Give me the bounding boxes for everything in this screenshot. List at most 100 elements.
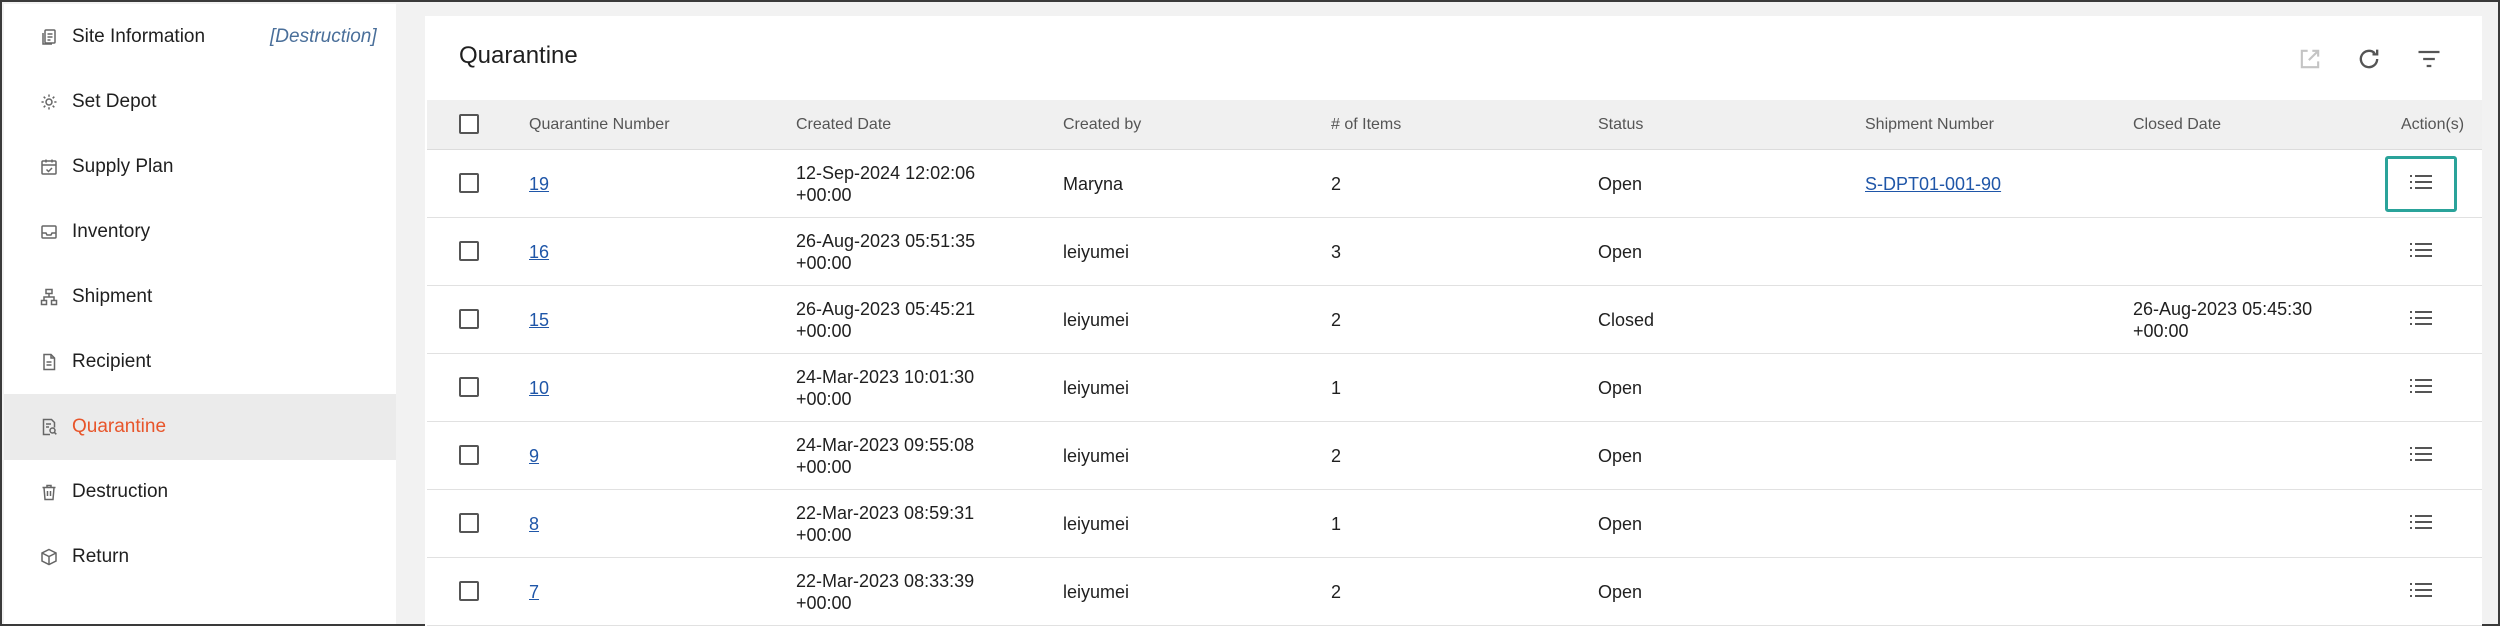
item-count: 3 xyxy=(1331,242,1342,262)
closed-date-timezone: +00:00 xyxy=(2133,321,2189,341)
page-title: Quarantine xyxy=(459,42,578,69)
row-checkbox[interactable] xyxy=(459,445,479,465)
calendar-check-icon xyxy=(38,156,60,178)
column-header-closed-date[interactable]: Closed Date xyxy=(2133,100,2221,150)
select-all-checkbox[interactable] xyxy=(459,114,479,134)
item-count: 2 xyxy=(1331,446,1342,466)
row-actions-button[interactable] xyxy=(2385,156,2457,212)
row-actions-button[interactable] xyxy=(2398,436,2444,476)
list-icon xyxy=(2408,581,2434,604)
column-header-quarantine-number[interactable]: Quarantine Number xyxy=(529,100,670,150)
quarantine-panel: Quarantine Quarantine Number Created Dat… xyxy=(425,16,2482,626)
created-date-timezone: +00:00 xyxy=(796,525,852,545)
status-text: Open xyxy=(1598,378,1643,398)
created-by: leiyumei xyxy=(1063,446,1130,466)
sidebar-item-inventory[interactable]: Inventory xyxy=(4,199,396,265)
sidebar-item-recipient[interactable]: Recipient xyxy=(4,329,396,395)
created-by: Maryna xyxy=(1063,174,1124,194)
table-header: Quarantine Number Created Date Created b… xyxy=(427,100,2482,150)
list-icon xyxy=(2408,241,2434,264)
item-count: 1 xyxy=(1331,514,1342,534)
created-date: 24-Mar-2023 10:01:30 xyxy=(796,367,975,387)
closed-date: 26-Aug-2023 05:45:30 xyxy=(2133,299,2313,319)
row-checkbox[interactable] xyxy=(459,581,479,601)
table-row: 15 26-Aug-2023 05:45:21 +00:00 leiyumei … xyxy=(427,286,2482,354)
table-row: 7 22-Mar-2023 08:33:39 +00:00 leiyumei 2… xyxy=(427,558,2482,626)
site-context-tag: [Destruction] xyxy=(270,26,377,47)
status-text: Closed xyxy=(1598,310,1655,330)
shipment-number-link[interactable]: S-DPT01-001-90 xyxy=(1865,173,2001,195)
row-actions-button[interactable] xyxy=(2398,300,2444,340)
created-date: 12-Sep-2024 12:02:06 xyxy=(796,163,976,183)
quarantine-number-link[interactable]: 19 xyxy=(529,173,549,195)
list-icon xyxy=(2408,377,2434,400)
row-checkbox[interactable] xyxy=(459,241,479,261)
sidebar-item-shipment[interactable]: Shipment xyxy=(4,264,396,330)
filter-button[interactable] xyxy=(2412,44,2446,78)
table-row: 10 24-Mar-2023 10:01:30 +00:00 leiyumei … xyxy=(427,354,2482,422)
sidebar-item-label: Destruction xyxy=(72,481,169,502)
table-row: 16 26-Aug-2023 05:51:35 +00:00 leiyumei … xyxy=(427,218,2482,286)
hierarchy-icon xyxy=(38,286,60,308)
sidebar-item-label: Site Information xyxy=(72,26,206,47)
table-row: 19 12-Sep-2024 12:02:06 +00:00 Maryna 2 … xyxy=(427,150,2482,218)
refresh-button[interactable] xyxy=(2352,44,2386,78)
sidebar-item-label: Shipment xyxy=(72,286,153,307)
created-date: 24-Mar-2023 09:55:08 xyxy=(796,435,975,455)
sidebar-item-label: Set Depot xyxy=(72,91,157,112)
item-count: 2 xyxy=(1331,310,1342,330)
created-by: leiyumei xyxy=(1063,582,1130,602)
row-actions-button[interactable] xyxy=(2398,232,2444,272)
quarantine-number-link[interactable]: 10 xyxy=(529,377,549,399)
open-external-icon xyxy=(2296,45,2324,78)
status-text: Open xyxy=(1598,514,1643,534)
gear-icon xyxy=(38,91,60,113)
created-by: leiyumei xyxy=(1063,514,1130,534)
quarantine-number-link[interactable]: 9 xyxy=(529,445,539,467)
row-actions-button[interactable] xyxy=(2398,368,2444,408)
created-date-timezone: +00:00 xyxy=(796,593,852,613)
sidebar-item-destruction[interactable]: Destruction xyxy=(4,459,396,525)
created-by: leiyumei xyxy=(1063,242,1130,262)
sidebar-item-label: Inventory xyxy=(72,221,151,242)
quarantine-number-link[interactable]: 7 xyxy=(529,581,539,603)
column-header-items[interactable]: # of Items xyxy=(1331,100,1401,150)
column-header-shipment-number[interactable]: Shipment Number xyxy=(1865,100,1994,150)
column-header-status[interactable]: Status xyxy=(1598,100,1643,150)
row-checkbox[interactable] xyxy=(459,513,479,533)
open-external-button[interactable] xyxy=(2293,44,2327,78)
table-row: 9 24-Mar-2023 09:55:08 +00:00 leiyumei 2… xyxy=(427,422,2482,490)
sidebar: Site Information [Destruction] Set Depot… xyxy=(4,4,396,624)
document-search-icon xyxy=(38,416,60,438)
list-icon xyxy=(2408,445,2434,468)
quarantine-number-link[interactable]: 8 xyxy=(529,513,539,535)
row-actions-button[interactable] xyxy=(2398,572,2444,612)
filter-icon xyxy=(2415,45,2443,78)
sidebar-item-site-information[interactable]: Site Information [Destruction] xyxy=(4,4,396,70)
row-actions-button[interactable] xyxy=(2398,504,2444,544)
sidebar-item-return[interactable]: Return xyxy=(4,524,396,590)
sidebar-item-supply-plan[interactable]: Supply Plan xyxy=(4,134,396,200)
status-text: Open xyxy=(1598,446,1643,466)
sidebar-item-set-depot[interactable]: Set Depot xyxy=(4,69,396,135)
item-count: 2 xyxy=(1331,582,1342,602)
box-icon xyxy=(38,546,60,568)
refresh-icon xyxy=(2355,45,2383,78)
document-icon xyxy=(38,351,60,373)
row-checkbox[interactable] xyxy=(459,309,479,329)
sidebar-item-quarantine[interactable]: Quarantine xyxy=(4,394,396,460)
column-header-created-date[interactable]: Created Date xyxy=(796,100,891,150)
column-header-created-by[interactable]: Created by xyxy=(1063,100,1141,150)
inbox-icon xyxy=(38,221,60,243)
document-copy-icon xyxy=(38,26,60,48)
created-date: 26-Aug-2023 05:51:35 xyxy=(796,231,976,251)
created-date-timezone: +00:00 xyxy=(796,253,852,273)
row-checkbox[interactable] xyxy=(459,377,479,397)
row-checkbox[interactable] xyxy=(459,173,479,193)
created-date-timezone: +00:00 xyxy=(796,321,852,341)
list-icon xyxy=(2408,173,2434,196)
created-date: 22-Mar-2023 08:33:39 xyxy=(796,571,975,591)
list-icon xyxy=(2408,513,2434,536)
quarantine-number-link[interactable]: 15 xyxy=(529,309,549,331)
quarantine-number-link[interactable]: 16 xyxy=(529,241,549,263)
